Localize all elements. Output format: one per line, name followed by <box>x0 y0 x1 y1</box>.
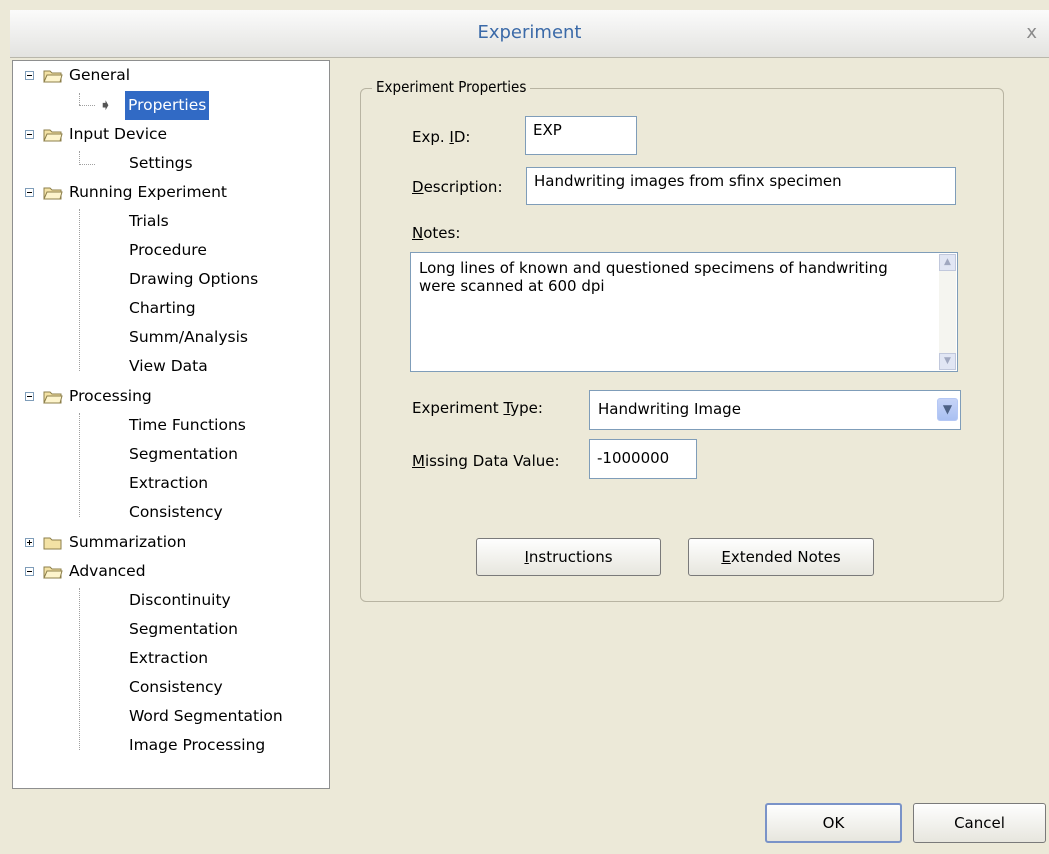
label-text: ype: <box>510 399 543 417</box>
label-text: issing Data Value: <box>424 452 560 470</box>
button-label: nstructions <box>528 548 613 566</box>
experiment-type-label: Experiment Type: <box>412 399 543 417</box>
tree-node-advanced[interactable]: Advanced <box>69 557 146 586</box>
tree-line <box>79 105 95 106</box>
scroll-up-icon[interactable]: ▲ <box>939 254 956 271</box>
tree-node-adv-extraction[interactable]: Extraction <box>129 644 208 673</box>
tree-node-settings[interactable]: Settings <box>129 149 193 178</box>
description-label: Description: <box>412 178 503 196</box>
tree-node-drawing-options[interactable]: Drawing Options <box>129 265 258 294</box>
tree-node-properties[interactable]: Properties <box>125 91 210 120</box>
instructions-button[interactable]: Instructions <box>476 538 661 576</box>
folder-icon <box>43 185 63 200</box>
exp-id-input[interactable]: EXP <box>525 116 637 155</box>
folder-icon <box>43 127 63 142</box>
tree-line <box>79 93 80 105</box>
title-bar: Experiment x <box>10 10 1049 58</box>
tree-node-consistency[interactable]: Consistency <box>129 498 223 527</box>
tree-expander-icon[interactable] <box>25 130 34 139</box>
description-input[interactable]: Handwriting images from sfinx specimen <box>526 167 956 205</box>
label-text: D: <box>453 128 471 146</box>
tree-node-summ-analysis[interactable]: Summ/Analysis <box>129 323 248 352</box>
tree-node-running-experiment[interactable]: Running Experiment <box>69 178 227 207</box>
notes-scrollbar[interactable]: ▲ ▼ <box>939 254 956 370</box>
settings-tree[interactable]: General ➧ Properties Input Device Settin… <box>12 60 330 789</box>
tree-node-adv-segmentation[interactable]: Segmentation <box>129 615 238 644</box>
tree-node-input-device[interactable]: Input Device <box>69 120 167 149</box>
folder-icon <box>43 389 63 404</box>
tree-node-discontinuity[interactable]: Discontinuity <box>129 586 231 615</box>
notes-textarea[interactable]: Long lines of known and questioned speci… <box>410 252 958 372</box>
folder-icon <box>43 68 63 83</box>
tree-node-charting[interactable]: Charting <box>129 294 196 323</box>
tree-expander-icon[interactable] <box>25 71 34 80</box>
label-accelerator: N <box>412 224 424 242</box>
tree-line <box>79 209 80 371</box>
tree-line <box>79 588 80 750</box>
experiment-type-value: Handwriting Image <box>598 400 741 418</box>
tree-node-segmentation[interactable]: Segmentation <box>129 440 238 469</box>
label-accelerator: M <box>412 452 425 470</box>
extended-notes-button[interactable]: Extended Notes <box>688 538 874 576</box>
tree-line <box>79 164 95 165</box>
folder-icon <box>43 564 63 579</box>
tree-node-word-segmentation[interactable]: Word Segmentation <box>129 702 283 731</box>
missing-data-label: Missing Data Value: <box>412 452 560 470</box>
tree-node-extraction[interactable]: Extraction <box>129 469 208 498</box>
exp-id-label: Exp. ID: <box>412 128 470 146</box>
window-title: Experiment <box>477 22 582 43</box>
tree-node-trials[interactable]: Trials <box>129 207 169 236</box>
button-accelerator: E <box>721 548 731 566</box>
label-accelerator: D <box>412 178 424 196</box>
close-icon[interactable]: x <box>1026 22 1037 43</box>
label-text: Experiment <box>412 399 504 417</box>
cancel-button[interactable]: Cancel <box>913 803 1046 843</box>
label-text: otes: <box>423 224 461 242</box>
label-text: escription: <box>423 178 503 196</box>
tree-node-procedure[interactable]: Procedure <box>129 236 207 265</box>
chevron-down-icon[interactable]: ▼ <box>937 398 958 421</box>
tree-node-summarization[interactable]: Summarization <box>69 528 186 557</box>
tree-line <box>79 413 80 517</box>
tree-expander-icon[interactable] <box>25 567 34 576</box>
tree-node-view-data[interactable]: View Data <box>129 352 208 381</box>
group-legend: Experiment Properties <box>372 78 531 96</box>
ok-button[interactable]: OK <box>765 803 902 843</box>
tree-node-adv-consistency[interactable]: Consistency <box>129 673 223 702</box>
tree-node-time-functions[interactable]: Time Functions <box>129 411 246 440</box>
missing-data-input[interactable]: -1000000 <box>589 439 697 479</box>
label-text: Exp. <box>412 128 450 146</box>
scroll-down-icon[interactable]: ▼ <box>939 353 956 370</box>
folder-icon <box>43 535 63 550</box>
tree-node-processing[interactable]: Processing <box>69 382 152 411</box>
tree-expander-icon[interactable] <box>25 392 34 401</box>
tree-expander-icon[interactable] <box>25 188 34 197</box>
button-label: xtended Notes <box>730 548 841 566</box>
experiment-type-select[interactable]: Handwriting Image ▼ <box>589 390 961 430</box>
arrow-right-icon: ➧ <box>99 96 112 114</box>
tree-line <box>79 151 80 165</box>
notes-text: Long lines of known and questioned speci… <box>419 259 888 295</box>
tree-node-image-processing[interactable]: Image Processing <box>129 731 265 760</box>
notes-label: Notes: <box>412 224 460 242</box>
tree-expander-icon[interactable] <box>25 538 34 547</box>
tree-node-general[interactable]: General <box>69 61 130 90</box>
